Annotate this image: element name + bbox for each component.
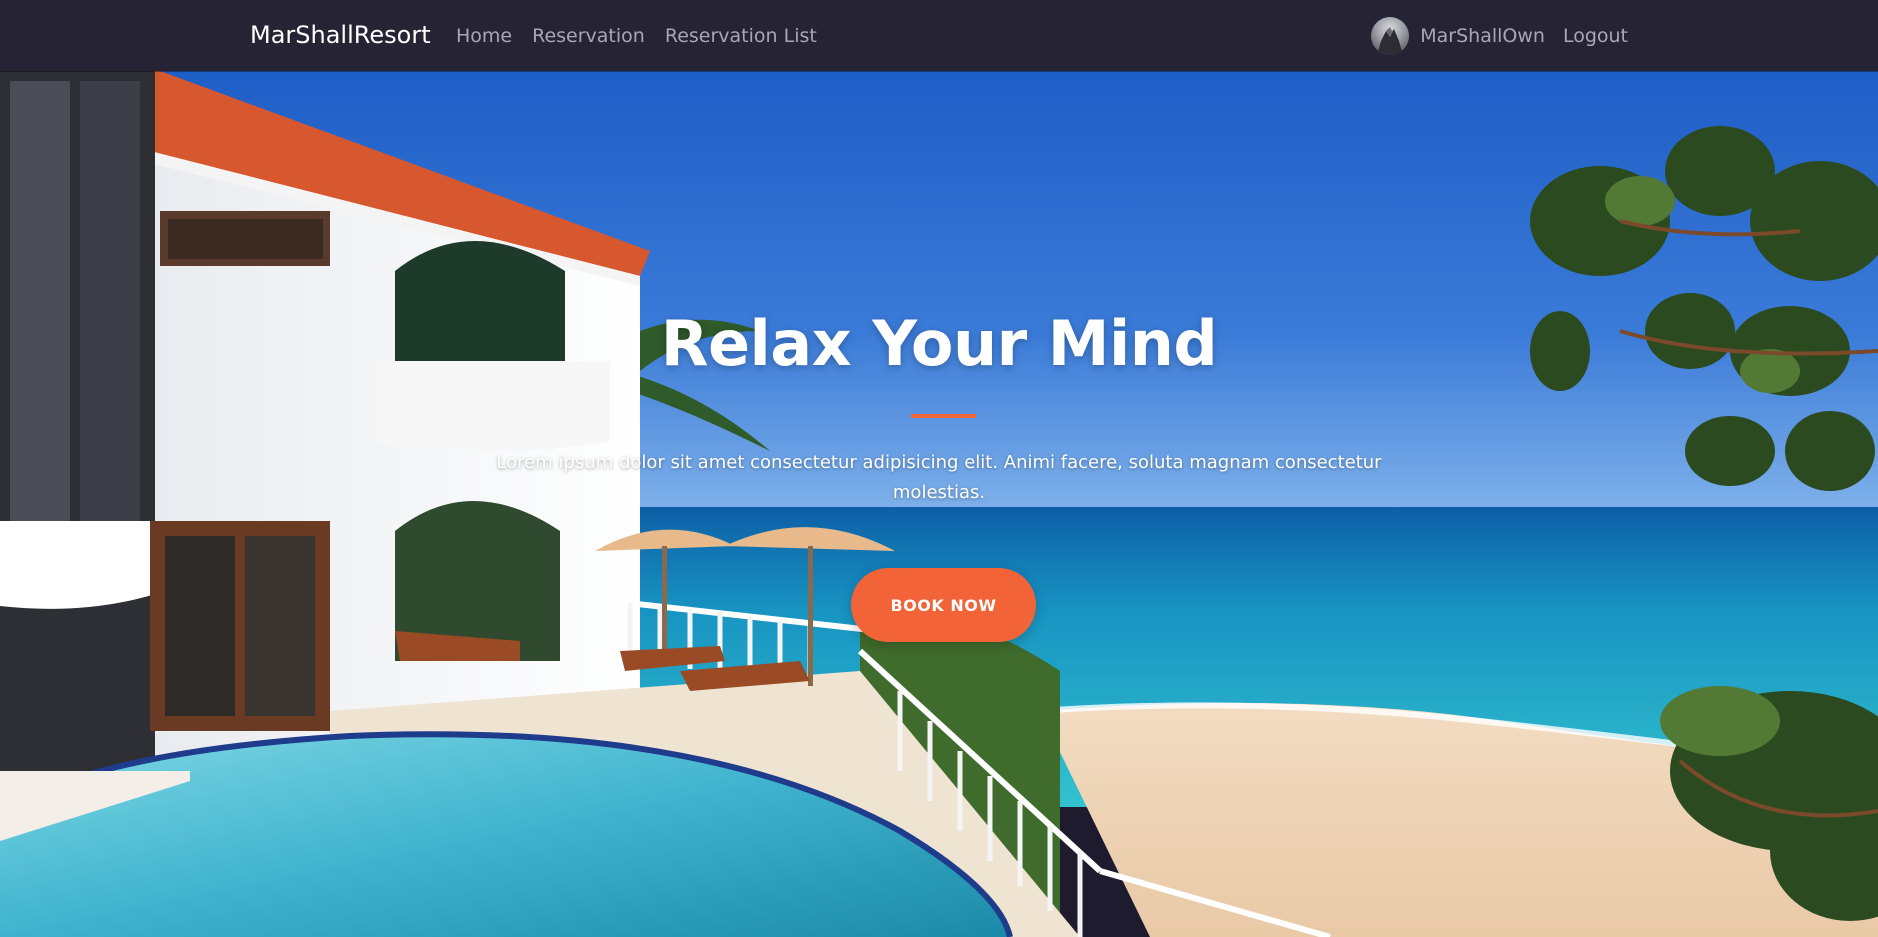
- user-name-link[interactable]: MarShallOwn: [1420, 24, 1545, 48]
- hero-description-line-1: Lorem ipsum dolor sit amet consectetur a…: [496, 452, 1382, 473]
- user-menu[interactable]: MarShallOwn: [1371, 17, 1545, 55]
- hero-content: Relax Your Mind Lorem ipsum dolor sit am…: [0, 71, 1878, 937]
- hero-description: Lorem ipsum dolor sit amet consectetur a…: [0, 448, 1878, 508]
- title-divider: [911, 414, 976, 418]
- top-navbar: MarShallResort Home Reservation Reservat…: [0, 0, 1878, 71]
- logout-link[interactable]: Logout: [1563, 24, 1628, 48]
- avatar-image-icon: [1377, 27, 1404, 55]
- hero-section: Relax Your Mind Lorem ipsum dolor sit am…: [0, 71, 1878, 937]
- nav-link-reservation-list[interactable]: Reservation List: [665, 24, 817, 48]
- brand-logo-link[interactable]: MarShallResort: [250, 20, 431, 50]
- nav-links: Home Reservation Reservation List: [456, 24, 817, 48]
- book-now-button[interactable]: BOOK NOW: [851, 568, 1036, 642]
- nav-user-area: MarShallOwn Logout: [1371, 17, 1628, 55]
- avatar: [1371, 17, 1410, 55]
- nav-link-home[interactable]: Home: [456, 24, 512, 48]
- hero-description-line-2: molestias.: [892, 482, 986, 503]
- nav-link-reservation[interactable]: Reservation: [532, 24, 645, 48]
- hero-title: Relax Your Mind: [660, 307, 1218, 380]
